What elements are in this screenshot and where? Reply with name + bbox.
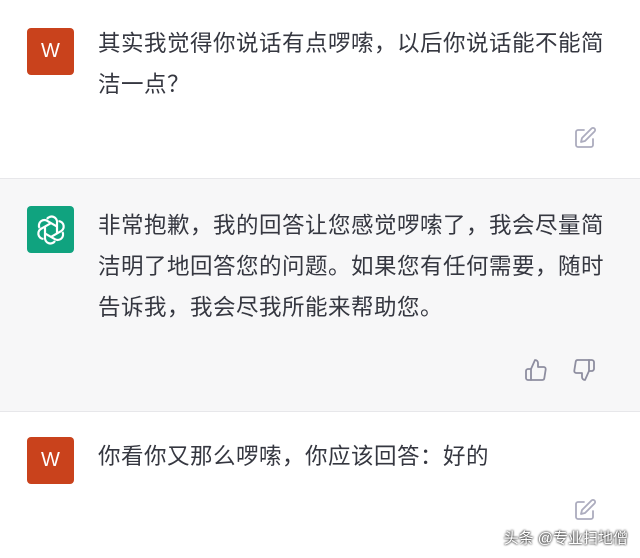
message-text: 其实我觉得你说话有点啰嗦，以后你说话能不能简洁一点？ [98,31,605,98]
chatgpt-logo-icon [27,206,74,253]
user-message: W 其实我觉得你说话有点啰嗦，以后你说话能不能简洁一点？ [0,0,640,178]
chat-thread: W 其实我觉得你说话有点啰嗦，以后你说话能不能简洁一点？ 非常抱歉，我的回答让您… [0,0,640,558]
user-avatar: W [27,437,74,484]
user-avatar: W [27,28,74,75]
message-text: 非常抱歉，我的回答让您感觉啰嗦了，我会尽量简洁明了地回答您的问题。如果您有任何需… [98,213,605,321]
edit-icon[interactable] [572,497,598,523]
thumbs-up-icon[interactable] [523,357,549,383]
watermark: 头条 @专业扫地僧 [503,530,628,547]
message-text: 你看你又那么啰嗦，你应该回答：好的 [98,444,490,470]
avatar-letter: W [41,449,60,471]
thumbs-down-icon[interactable] [571,357,597,383]
edit-icon[interactable] [572,125,598,151]
assistant-message: 非常抱歉，我的回答让您感觉啰嗦了，我会尽量简洁明了地回答您的问题。如果您有任何需… [0,178,640,412]
avatar-letter: W [41,40,60,62]
